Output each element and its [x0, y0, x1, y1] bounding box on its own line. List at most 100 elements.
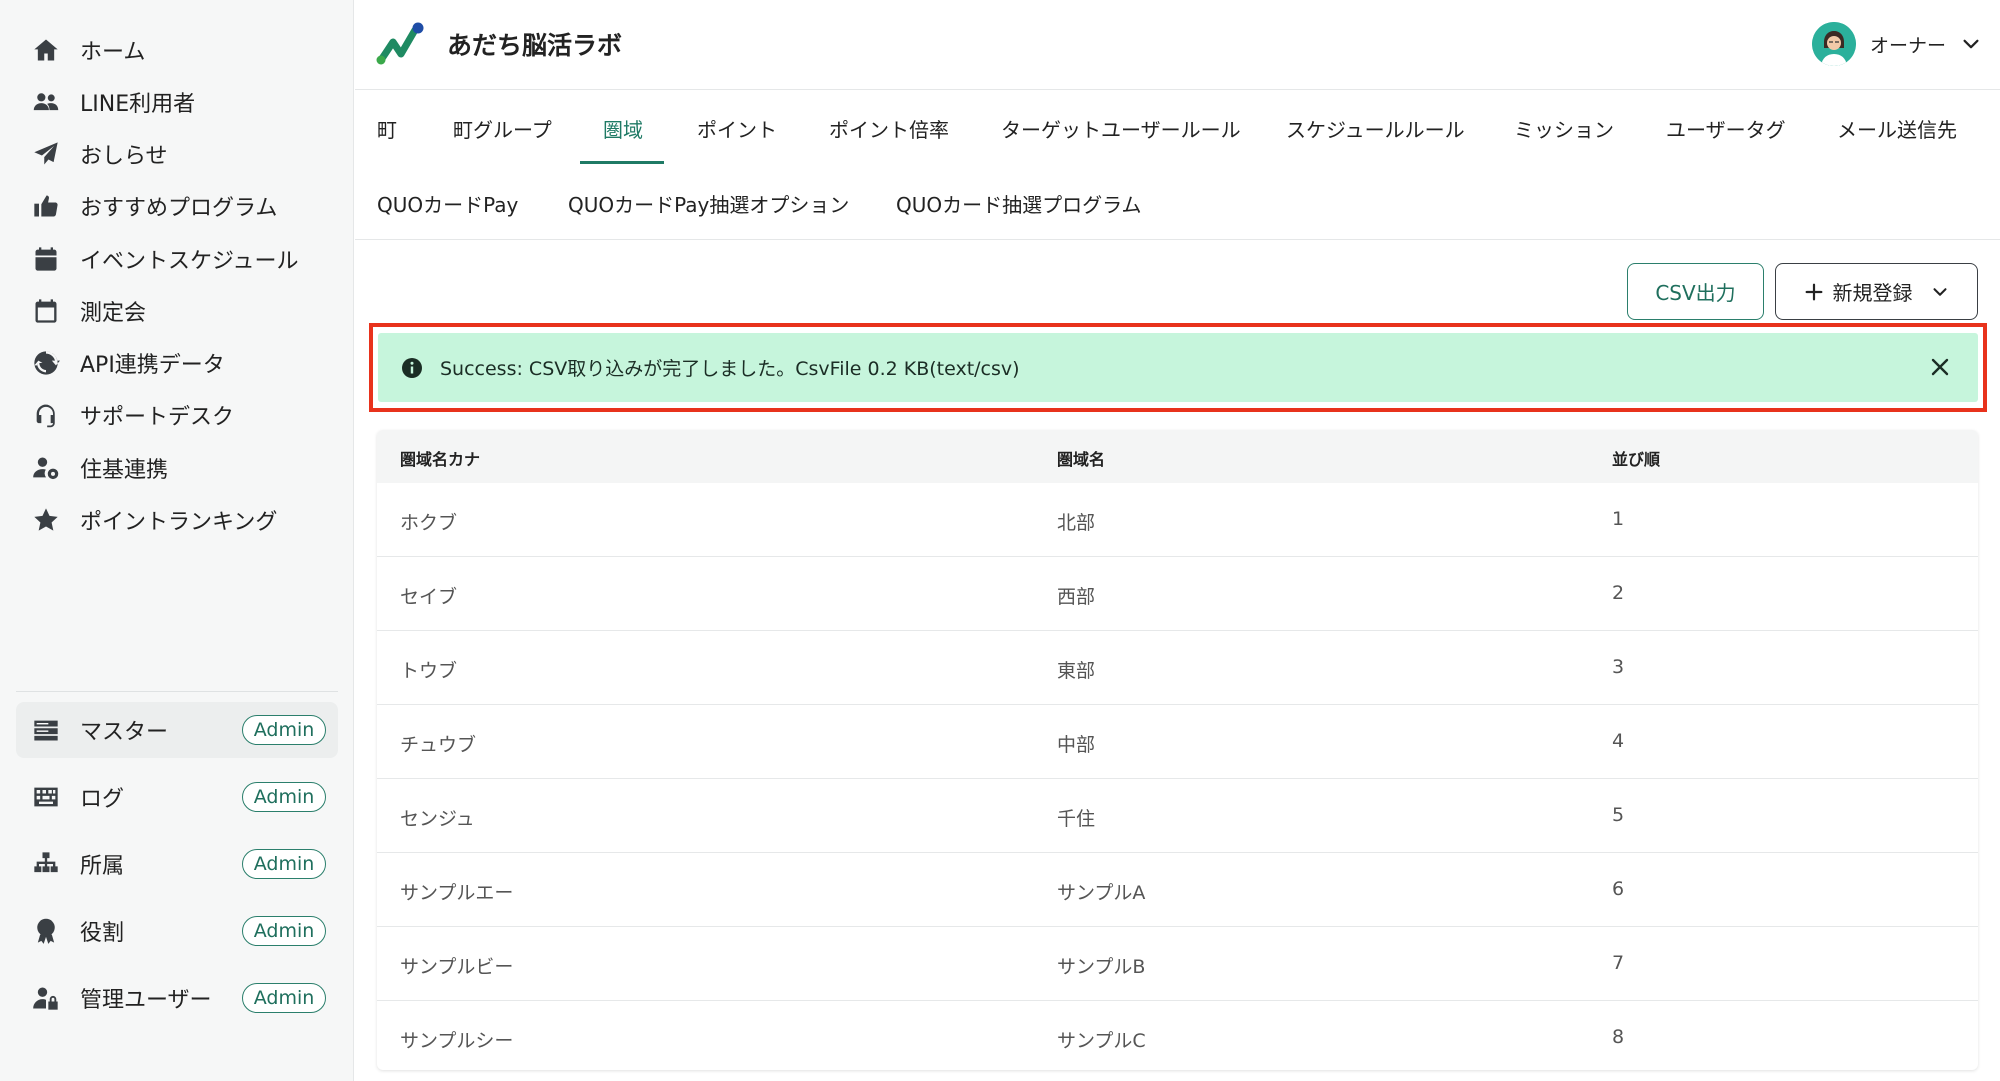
star-icon: [24, 492, 68, 548]
cell-area-name: 北部: [1057, 512, 1096, 534]
cell-sort-order: 1: [1612, 508, 1625, 530]
tab-point[interactable]: ポイント: [697, 114, 777, 143]
cell-sort-order: 6: [1612, 878, 1625, 900]
tab-town[interactable]: 町: [377, 114, 397, 143]
sidebar-item-label: ホーム: [80, 40, 146, 65]
success-alert: Success: CSV取り込みが完了しました。CsvFile 0.2 KB(t…: [378, 333, 1978, 402]
tab-quo-card-pay[interactable]: QUOカードPay: [377, 189, 518, 218]
table-row[interactable]: センジュ 千住 5: [377, 779, 1978, 853]
app-header: あだち脳活ラボ オーナー: [355, 0, 2000, 90]
sidebar-item-event-schedule[interactable]: イベントスケジュール: [16, 231, 338, 287]
sidebar-item-recommended-programs[interactable]: おすすめプログラム: [16, 178, 338, 234]
sidebar-item-label: サポートデスク: [80, 405, 235, 430]
sidebar-item-api-data[interactable]: API連携データ: [16, 335, 338, 391]
cell-area-name: 西部: [1057, 586, 1096, 608]
thumbs-up-icon: [24, 178, 68, 234]
cell-area-kana: トウブ: [400, 660, 458, 682]
sidebar-item-label: API連携データ: [80, 353, 225, 378]
sidebar-item-measurement[interactable]: 測定会: [16, 283, 338, 339]
app-logo-icon: [376, 22, 424, 65]
cell-area-name: 千住: [1057, 808, 1096, 830]
area-table: 圏域名カナ 圏域名 並び順 ホクブ 北部 1 セイブ 西部 2 トウブ 東部 3…: [377, 430, 1978, 1070]
sidebar-divider: [16, 691, 338, 692]
cell-area-kana: サンプルビー: [400, 956, 514, 978]
sidebar-item-affiliation[interactable]: 所属 Admin: [16, 836, 338, 892]
tab-mission[interactable]: ミッション: [1514, 114, 1614, 143]
close-icon[interactable]: [1928, 355, 1952, 379]
sidebar-item-log[interactable]: ログ Admin: [16, 769, 338, 825]
new-register-button[interactable]: 新規登録: [1775, 263, 1978, 320]
sidebar-item-label: ポイントランキング: [80, 510, 278, 535]
info-icon: [402, 357, 422, 378]
cell-area-name: サンプルC: [1057, 1030, 1146, 1052]
tab-area[interactable]: 圏域: [603, 114, 643, 143]
tab-point-multiplier[interactable]: ポイント倍率: [829, 114, 949, 143]
tab-user-tag[interactable]: ユーザータグ: [1666, 114, 1786, 143]
cell-area-name: サンプルB: [1057, 956, 1146, 978]
sidebar: ホーム LINE利用者 おしらせ おすすめプログラム イベントスケジュール 測定…: [0, 0, 354, 1081]
cell-area-name: 中部: [1057, 734, 1096, 756]
sidebar-item-label: おすすめプログラム: [80, 196, 278, 221]
tab-target-user-rule[interactable]: ターゲットユーザールール: [1001, 114, 1241, 143]
cell-area-kana: センジュ: [400, 808, 475, 830]
cell-sort-order: 2: [1612, 582, 1625, 604]
app-title: あだち脳活ラボ: [447, 31, 623, 60]
user-name: オーナー: [1869, 34, 1946, 57]
user-menu[interactable]: オーナー: [1811, 20, 1982, 68]
calendar-icon: [24, 231, 68, 287]
sidebar-item-support-desk[interactable]: サポートデスク: [16, 387, 338, 443]
sidebar-item-admin-users[interactable]: 管理ユーザー Admin: [16, 970, 338, 1026]
users-icon: [24, 74, 68, 130]
admin-badge: Admin: [242, 849, 326, 879]
cell-area-kana: サンプルシー: [400, 1030, 514, 1052]
sidebar-item-line-users[interactable]: LINE利用者: [16, 74, 338, 130]
sidebar-item-label: 管理ユーザー: [80, 988, 212, 1013]
paper-plane-icon: [24, 126, 68, 182]
calendar-outline-icon: [24, 283, 68, 339]
column-header-sort-order[interactable]: 並び順: [1612, 446, 1660, 470]
table-row[interactable]: サンプルシー サンプルC 8: [377, 1001, 1978, 1070]
table-row[interactable]: ホクブ 北部 1: [377, 483, 1978, 557]
table-row[interactable]: チュウブ 中部 4: [377, 705, 1978, 779]
tab-town-group[interactable]: 町グループ: [453, 114, 552, 143]
home-icon: [24, 22, 68, 78]
tab-mail-destination[interactable]: メール送信先: [1837, 114, 1957, 143]
cell-sort-order: 8: [1612, 1026, 1625, 1048]
column-header-area-kana[interactable]: 圏域名カナ: [400, 446, 480, 470]
admin-badge: Admin: [242, 715, 326, 745]
cell-sort-order: 3: [1612, 656, 1625, 678]
sidebar-item-point-ranking[interactable]: ポイントランキング: [16, 492, 338, 548]
award-icon: [24, 903, 68, 959]
column-header-area-name[interactable]: 圏域名: [1057, 446, 1105, 470]
table-row[interactable]: トウブ 東部 3: [377, 631, 1978, 705]
cell-sort-order: 4: [1612, 730, 1625, 752]
tab-quo-card-pay-lottery-option[interactable]: QUOカードPay抽選オプション: [568, 189, 849, 218]
cell-area-kana: セイブ: [400, 586, 458, 608]
admin-badge: Admin: [242, 782, 326, 812]
admin-badge: Admin: [242, 916, 326, 946]
cell-area-kana: ホクブ: [400, 512, 458, 534]
sync-icon: [24, 335, 68, 391]
tab-schedule-rule[interactable]: スケジュールルール: [1286, 114, 1465, 143]
table-row[interactable]: サンプルビー サンプルB 7: [377, 927, 1978, 1001]
cell-area-kana: サンプルエー: [400, 882, 514, 904]
table-header: 圏域名カナ 圏域名 並び順: [377, 430, 1978, 483]
chevron-down-icon: [1932, 287, 1947, 296]
cell-area-name: サンプルA: [1057, 882, 1146, 904]
sidebar-item-role[interactable]: 役割 Admin: [16, 903, 338, 959]
tab-quo-card-lottery-program[interactable]: QUOカード抽選プログラム: [896, 189, 1142, 218]
sidebar-item-home[interactable]: ホーム: [16, 22, 338, 78]
sidebar-item-notices[interactable]: おしらせ: [16, 126, 338, 182]
cell-sort-order: 7: [1612, 952, 1625, 974]
server-icon: [24, 702, 68, 758]
csv-export-button[interactable]: CSV出力: [1627, 263, 1764, 320]
sidebar-item-label: おしらせ: [80, 144, 168, 169]
alert-message: Success: CSV取り込みが完了しました。CsvFile 0.2 KB(t…: [440, 358, 1020, 380]
active-tab-indicator: [580, 161, 664, 164]
sidebar-item-label: 所属: [80, 854, 125, 879]
sidebar-item-master[interactable]: マスター Admin: [16, 702, 338, 758]
table-row[interactable]: セイブ 西部 2: [377, 557, 1978, 631]
table-row[interactable]: サンプルエー サンプルA 6: [377, 853, 1978, 927]
sidebar-item-label: マスター: [80, 720, 169, 745]
sidebar-item-resident-link[interactable]: 住基連携: [16, 440, 338, 496]
